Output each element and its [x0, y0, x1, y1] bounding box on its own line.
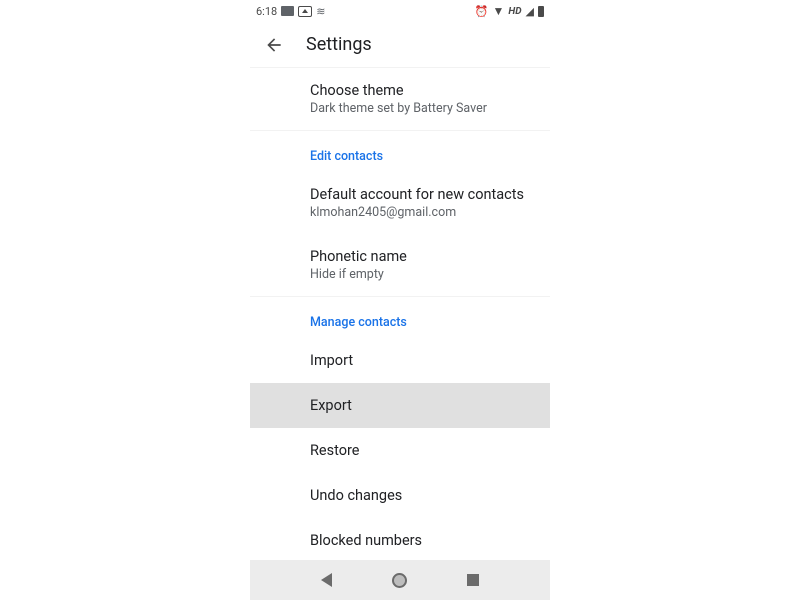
manage-contacts-header: Manage contacts — [250, 297, 550, 338]
restore-item[interactable]: Restore — [250, 428, 550, 473]
wifi-icon: ▼ — [492, 4, 504, 18]
nav-home-button[interactable] — [389, 569, 411, 591]
status-left: 6:18 ≋ — [256, 5, 325, 18]
status-right: ⏰ ▼ HD ◢ — [475, 4, 544, 18]
phone-frame: 6:18 ≋ ⏰ ▼ HD ◢ Settings Choose theme Da… — [250, 0, 550, 600]
edit-contacts-header: Edit contacts — [250, 131, 550, 172]
hd-icon: HD — [508, 6, 521, 17]
navigation-bar — [250, 560, 550, 600]
triangle-back-icon — [321, 573, 332, 587]
casting-icon: ≋ — [316, 5, 325, 18]
square-recent-icon — [467, 574, 479, 586]
app-bar: Settings — [250, 22, 550, 68]
restore-label: Restore — [310, 442, 534, 459]
circle-home-icon — [392, 573, 407, 588]
status-bar: 6:18 ≋ ⏰ ▼ HD ◢ — [250, 0, 550, 22]
alarm-icon: ⏰ — [475, 5, 489, 18]
export-label: Export — [310, 397, 534, 414]
blocked-numbers-label: Blocked numbers — [310, 532, 534, 549]
page-title: Settings — [306, 34, 372, 55]
default-account-item[interactable]: Default account for new contacts klmohan… — [250, 172, 550, 234]
undo-changes-item[interactable]: Undo changes — [250, 473, 550, 518]
blocked-numbers-item[interactable]: Blocked numbers — [250, 518, 550, 563]
battery-icon — [538, 6, 544, 17]
arrow-back-icon — [264, 35, 284, 55]
choose-theme-subtitle: Dark theme set by Battery Saver — [310, 101, 534, 116]
nav-recent-button[interactable] — [462, 569, 484, 591]
settings-content: Choose theme Dark theme set by Battery S… — [250, 68, 550, 563]
status-indicator-icon — [281, 6, 294, 16]
choose-theme-label: Choose theme — [310, 82, 534, 99]
status-time: 6:18 — [256, 5, 277, 18]
export-item[interactable]: Export — [250, 383, 550, 428]
undo-changes-label: Undo changes — [310, 487, 534, 504]
default-account-label: Default account for new contacts — [310, 186, 534, 203]
choose-theme-item[interactable]: Choose theme Dark theme set by Battery S… — [250, 68, 550, 130]
picture-icon — [298, 6, 312, 17]
default-account-value: klmohan2405@gmail.com — [310, 205, 534, 220]
nav-back-button[interactable] — [316, 569, 338, 591]
import-item[interactable]: Import — [250, 338, 550, 383]
import-label: Import — [310, 352, 534, 369]
phonetic-name-label: Phonetic name — [310, 248, 534, 265]
phonetic-name-value: Hide if empty — [310, 267, 534, 282]
signal-icon: ◢ — [526, 5, 534, 18]
phonetic-name-item[interactable]: Phonetic name Hide if empty — [250, 234, 550, 296]
back-button[interactable] — [262, 33, 286, 57]
